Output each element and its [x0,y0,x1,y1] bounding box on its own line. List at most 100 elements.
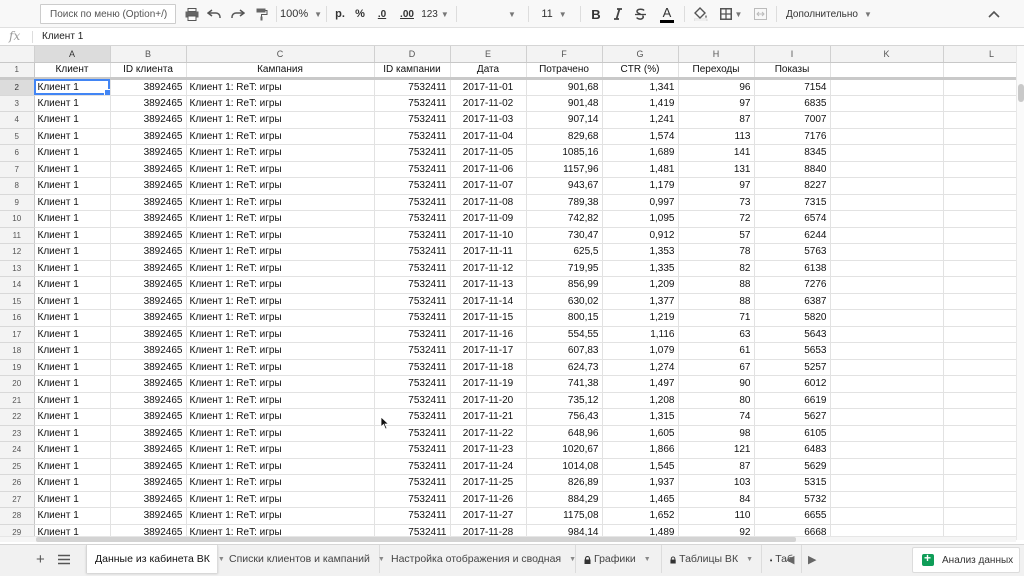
cell[interactable]: Клиент 1 [34,227,111,244]
cell[interactable]: 3892465 [110,342,187,360]
row-header[interactable]: 5 [0,128,35,145]
cell[interactable]: 7315 [754,194,831,211]
cell[interactable]: 719,95 [526,260,603,277]
header-cell[interactable] [830,62,944,80]
cell[interactable]: Клиент 1: ReT: игры [186,474,375,492]
sheet-tab[interactable]: Настройка отображения и сводная ▼ [380,545,576,573]
cell[interactable] [830,309,944,327]
cell[interactable]: 2017-11-07 [450,177,527,195]
cell[interactable]: Клиент 1 [34,458,111,475]
cell[interactable]: Клиент 1 [34,491,111,508]
cell[interactable] [830,507,944,525]
header-cell[interactable]: ID кампании [374,62,451,80]
cell[interactable]: Клиент 1 [34,425,111,442]
column-header-l[interactable]: L [943,46,1016,63]
cell[interactable]: 1,497 [602,375,679,393]
cell[interactable] [943,227,1016,244]
cell[interactable]: 1,652 [602,507,679,525]
sheet-tab[interactable]: Графики ▼ [576,545,662,573]
cell[interactable]: 0,997 [602,194,679,211]
cell[interactable]: Клиент 1 [34,210,111,228]
cell[interactable]: 5627 [754,408,831,426]
cell[interactable]: 2017-11-05 [450,144,527,162]
bold-button[interactable]: B [588,4,604,24]
cell[interactable] [830,95,944,112]
cell[interactable] [943,161,1016,178]
column-header-i[interactable]: I [754,46,831,63]
cell[interactable]: 3892465 [110,408,187,426]
cell[interactable]: Клиент 1: ReT: игры [186,326,375,343]
cell[interactable]: 7532411 [374,309,451,327]
cell[interactable]: Клиент 1: ReT: игры [186,392,375,409]
cell[interactable]: 7532411 [374,95,451,112]
cell[interactable]: 1,179 [602,177,679,195]
cell[interactable]: Клиент 1: ReT: игры [186,342,375,360]
cell[interactable]: 61 [678,342,755,360]
cell[interactable] [943,260,1016,277]
cell[interactable]: 73 [678,194,755,211]
formula-input[interactable]: Клиент 1 [42,31,83,42]
select-all-corner[interactable] [0,46,35,63]
cell[interactable]: Клиент 1 [34,78,111,96]
header-cell[interactable]: Клиент [34,62,111,80]
row-header[interactable]: 19 [0,359,35,376]
cell[interactable]: 63 [678,326,755,343]
sheet-tab[interactable]: Таблицы ВК ▼ [662,545,762,573]
cell[interactable]: 5315 [754,474,831,492]
header-cell[interactable]: CTR (%) [602,62,679,80]
cell[interactable] [830,359,944,376]
cell[interactable] [943,326,1016,343]
cell[interactable]: 1,208 [602,392,679,409]
header-cell[interactable]: Показы [754,62,831,80]
cell[interactable]: 6105 [754,425,831,442]
chevron-down-icon[interactable]: ▼ [746,556,753,563]
cell[interactable]: 2017-11-17 [450,342,527,360]
cell[interactable]: 6619 [754,392,831,409]
paint-format-button[interactable] [252,4,272,24]
text-color-button[interactable]: A [654,4,680,24]
sheet-tab[interactable]: Таб [762,545,802,573]
cell[interactable]: 7532411 [374,441,451,459]
cell[interactable]: 901,48 [526,95,603,112]
header-cell[interactable]: Потрачено [526,62,603,80]
horizontal-scroll-thumb[interactable] [36,537,796,542]
cell[interactable]: 1,209 [602,276,679,294]
add-sheet-icon[interactable]: + [36,551,45,568]
cell[interactable]: 1,219 [602,309,679,327]
cell[interactable]: Клиент 1 [34,392,111,409]
cell[interactable]: Клиент 1: ReT: игры [186,95,375,112]
cell[interactable] [943,144,1016,162]
cell[interactable]: 3892465 [110,309,187,327]
cell[interactable]: Клиент 1 [34,293,111,310]
cell[interactable]: 7532411 [374,375,451,393]
cell[interactable]: 3892465 [110,260,187,277]
cell[interactable] [943,276,1016,294]
decrease-decimals-button[interactable]: .0 [372,4,392,24]
cell[interactable]: 5643 [754,326,831,343]
cell[interactable] [943,78,1016,96]
cell[interactable]: Клиент 1: ReT: игры [186,441,375,459]
cell[interactable] [830,425,944,442]
cell[interactable]: Клиент 1: ReT: игры [186,375,375,393]
cell[interactable]: 5763 [754,243,831,261]
cell[interactable]: 6012 [754,375,831,393]
cell[interactable]: 0,912 [602,227,679,244]
cell[interactable]: 2017-11-06 [450,161,527,178]
cell[interactable]: 67 [678,359,755,376]
row-header[interactable]: 16 [0,309,35,327]
cell[interactable]: 7532411 [374,342,451,360]
cell[interactable] [943,441,1016,459]
cell[interactable]: 630,02 [526,293,603,310]
column-header-h[interactable]: H [678,46,755,63]
row-header[interactable]: 1 [0,62,35,80]
row-header[interactable]: 4 [0,111,35,129]
font-family-select[interactable]: ▼ [462,4,522,24]
cell[interactable]: 57 [678,227,755,244]
cell[interactable]: 6138 [754,260,831,277]
cell[interactable]: 2017-11-10 [450,227,527,244]
cell[interactable]: 7532411 [374,194,451,211]
cell[interactable]: 2017-11-16 [450,326,527,343]
cell[interactable]: 141 [678,144,755,162]
cell[interactable]: Клиент 1 [34,194,111,211]
cell[interactable] [943,309,1016,327]
